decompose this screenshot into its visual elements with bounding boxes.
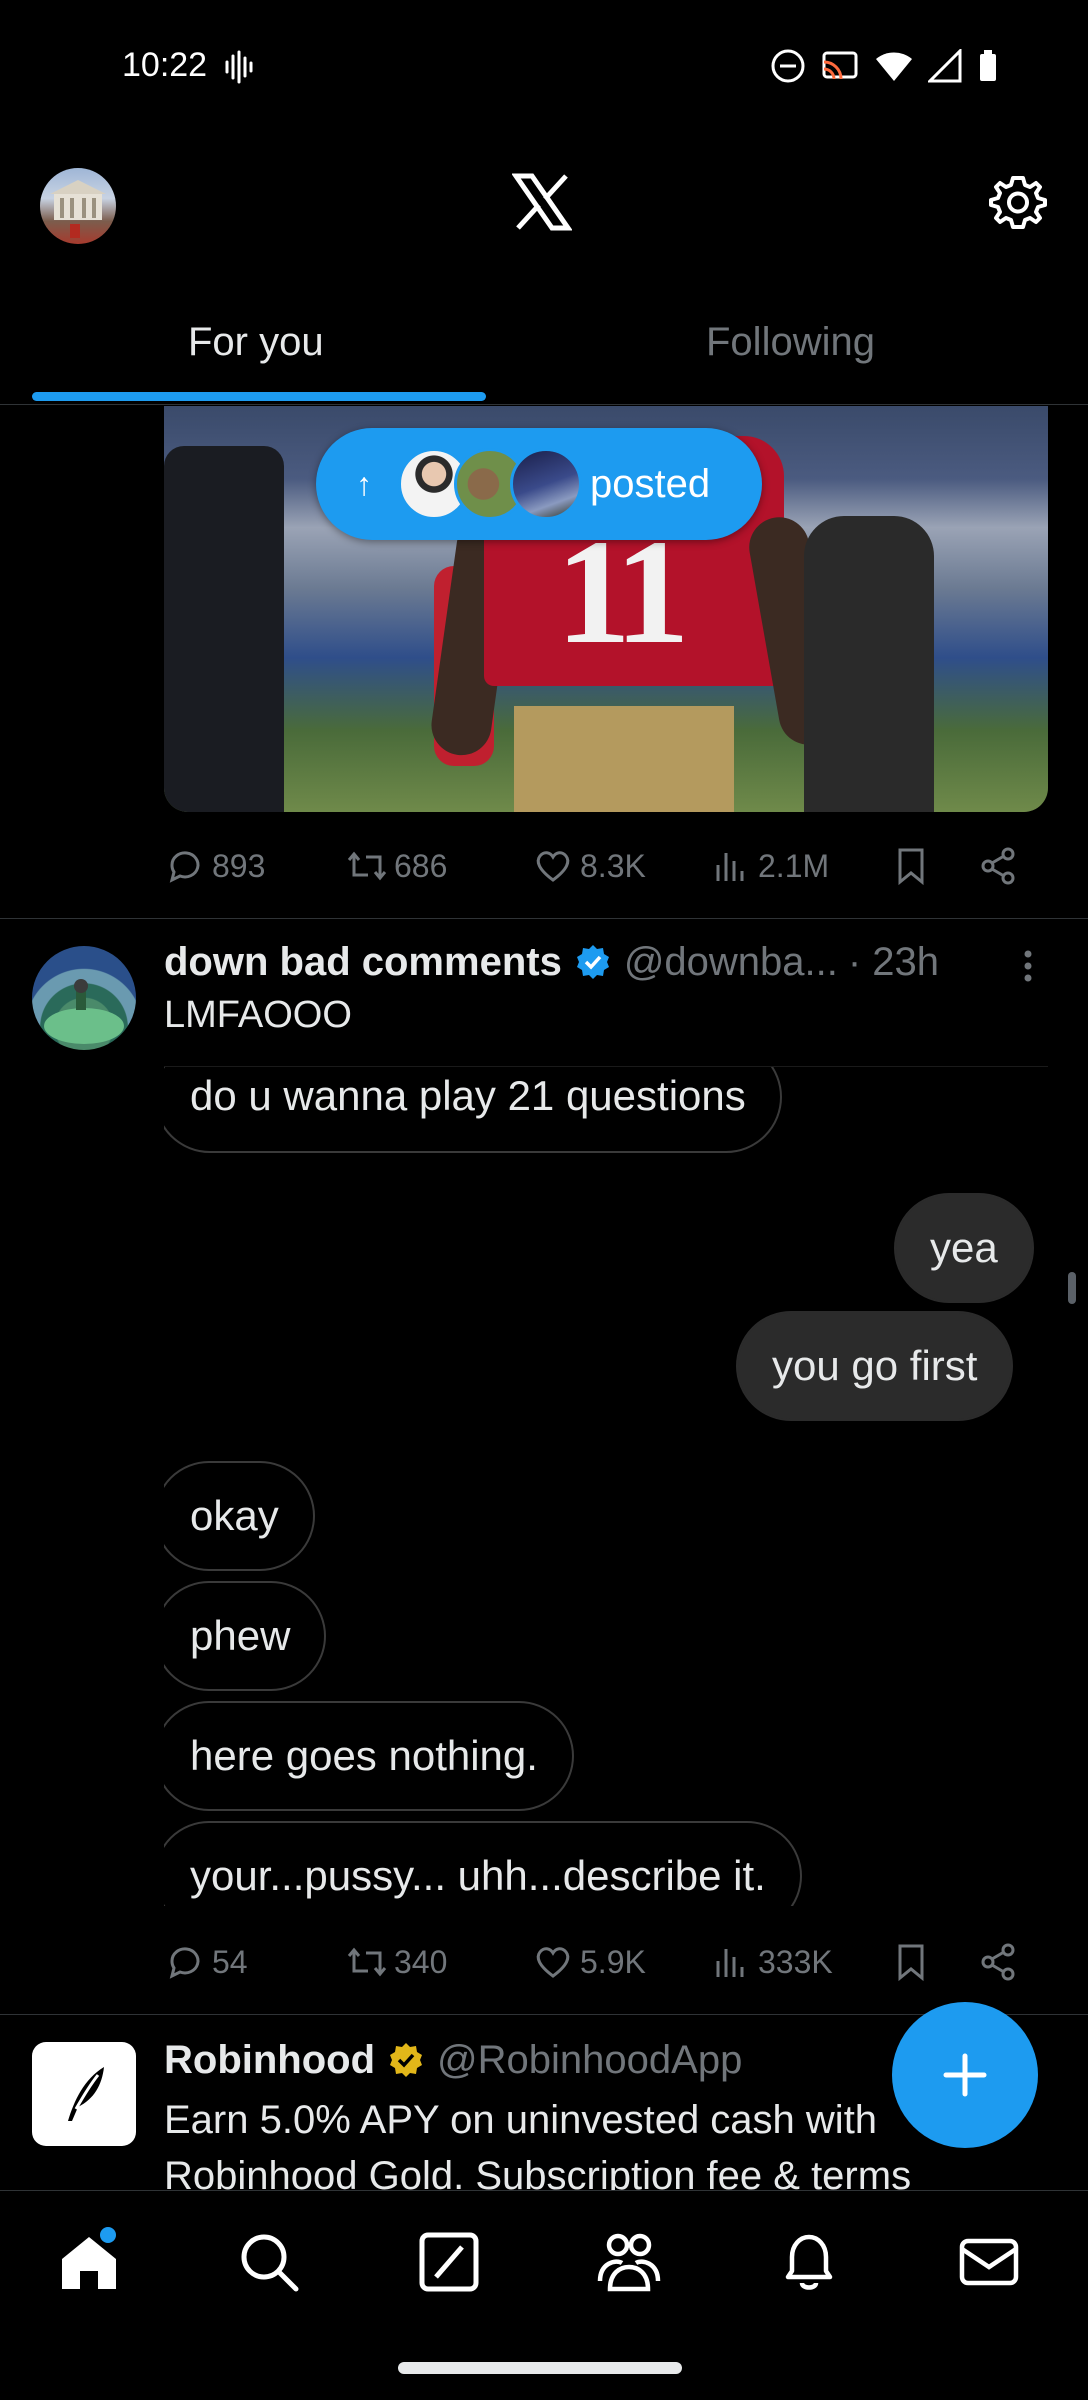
plus-icon bbox=[943, 2053, 987, 2097]
timeline-tabs: For you Following bbox=[0, 300, 1088, 405]
messages-envelope-icon[interactable] bbox=[956, 2229, 1022, 2295]
repost-button[interactable]: 686 bbox=[346, 845, 447, 887]
status-time: 10:22 bbox=[122, 46, 208, 84]
divider bbox=[0, 918, 1088, 919]
gold-verified-badge-icon bbox=[390, 2043, 423, 2077]
like-button[interactable]: 8.3K bbox=[532, 845, 646, 887]
dnd-icon bbox=[771, 49, 805, 83]
author-handle[interactable]: @downba... bbox=[624, 940, 838, 985]
cast-icon bbox=[822, 51, 858, 80]
heart-icon bbox=[536, 1947, 570, 1978]
feather-logo-icon bbox=[68, 2067, 104, 2121]
views-icon bbox=[716, 1949, 744, 1977]
post-text: LMFAOOO bbox=[164, 994, 352, 1036]
chat-bubble: yea bbox=[894, 1193, 1034, 1303]
bookmark-button[interactable] bbox=[890, 1941, 932, 1983]
battery-icon bbox=[980, 50, 996, 81]
reply-icon bbox=[169, 1947, 200, 1979]
views-button[interactable]: 2.1M bbox=[710, 845, 829, 887]
views-count: 2.1M bbox=[758, 847, 830, 884]
ad-header: Robinhood @RobinhoodApp bbox=[164, 2036, 742, 2084]
reply-icon bbox=[169, 851, 200, 883]
avatar bbox=[510, 448, 582, 520]
post-header: down bad comments @downba... · 23h bbox=[164, 938, 939, 986]
chat-bubble: phew bbox=[164, 1581, 327, 1691]
signal-icon bbox=[928, 49, 962, 83]
ad-author-name[interactable]: Robinhood bbox=[164, 2038, 375, 2083]
profile-avatar[interactable] bbox=[40, 168, 116, 244]
communities-icon[interactable] bbox=[596, 2229, 662, 2295]
author-avatar[interactable] bbox=[32, 946, 136, 1050]
posted-avatars bbox=[398, 448, 582, 520]
views-icon bbox=[716, 853, 744, 881]
share-button[interactable] bbox=[978, 845, 1020, 887]
ad-text: Earn 5.0% APY on uninvested cash with Ro… bbox=[164, 2092, 1014, 2204]
compose-post-button[interactable] bbox=[892, 2002, 1038, 2148]
repost-count: 686 bbox=[394, 847, 448, 884]
bookmark-icon bbox=[898, 1944, 924, 1982]
post-actions: 893 686 8.3K 2.1M bbox=[164, 836, 1044, 896]
chat-bubble: okay bbox=[164, 1461, 315, 1571]
post-actions: 54 340 5.9K 333K bbox=[164, 1932, 1044, 1992]
ad-text-line: Earn 5.0% APY on uninvested cash with bbox=[164, 2098, 878, 2142]
tab-for-you[interactable]: For you bbox=[188, 320, 324, 365]
tab-following[interactable]: Following bbox=[706, 320, 875, 365]
home-gesture-bar[interactable] bbox=[398, 2362, 682, 2374]
bookmark-button[interactable] bbox=[890, 845, 932, 887]
active-tab-indicator bbox=[32, 392, 486, 401]
chat-bubble: you go first bbox=[736, 1311, 1014, 1421]
reply-count: 893 bbox=[212, 847, 266, 884]
views-count: 333K bbox=[758, 1943, 833, 1980]
sound-wave-icon bbox=[225, 50, 253, 84]
heart-icon bbox=[536, 851, 570, 882]
like-count: 8.3K bbox=[580, 847, 646, 884]
verified-badge-icon bbox=[576, 945, 609, 979]
share-button[interactable] bbox=[978, 1941, 1020, 1983]
repost-icon bbox=[347, 1947, 387, 1977]
bookmark-icon bbox=[898, 848, 924, 886]
share-icon bbox=[981, 847, 1015, 885]
repost-count: 340 bbox=[394, 1943, 448, 1980]
notifications-bell-icon[interactable] bbox=[776, 2229, 842, 2295]
x-logo-icon bbox=[512, 173, 572, 231]
notification-dot bbox=[100, 2227, 116, 2243]
posted-label: posted bbox=[590, 461, 711, 506]
share-icon bbox=[981, 1943, 1015, 1981]
building-image bbox=[50, 180, 106, 238]
status-icons bbox=[770, 48, 998, 84]
ad-author-handle[interactable]: @RobinhoodApp bbox=[437, 2038, 742, 2083]
grok-icon[interactable] bbox=[416, 2229, 482, 2295]
reply-button[interactable]: 893 bbox=[164, 845, 265, 887]
robinhood-avatar[interactable] bbox=[32, 2042, 136, 2146]
views-button[interactable]: 333K bbox=[710, 1941, 833, 1983]
like-button[interactable]: 5.9K bbox=[532, 1941, 646, 1983]
search-icon[interactable] bbox=[236, 2229, 302, 2295]
author-name[interactable]: down bad comments bbox=[164, 940, 562, 985]
reply-button[interactable]: 54 bbox=[164, 1941, 248, 1983]
reply-count: 54 bbox=[212, 1943, 248, 1980]
repost-icon bbox=[347, 851, 387, 881]
status-bar: 10:22 bbox=[0, 0, 1088, 135]
post-media-chat-screenshot[interactable]: do u wanna play 21 questions yea you go … bbox=[164, 1066, 1048, 1906]
settings-gear-icon[interactable] bbox=[988, 172, 1048, 232]
like-count: 5.9K bbox=[580, 1943, 646, 1980]
chat-bubble: your...pussy... uhh...describe it. bbox=[164, 1821, 802, 1906]
new-posts-pill[interactable]: ↑ posted bbox=[316, 428, 762, 540]
more-options-icon[interactable] bbox=[1018, 946, 1038, 986]
post-timestamp: · 23h bbox=[847, 939, 940, 984]
scrollbar[interactable] bbox=[1068, 1272, 1076, 1304]
chat-bubble: do u wanna play 21 questions bbox=[164, 1067, 782, 1153]
arrow-up-icon: ↑ bbox=[356, 465, 372, 502]
chat-bubble: here goes nothing. bbox=[164, 1701, 574, 1811]
wifi-icon bbox=[876, 52, 912, 81]
repost-button[interactable]: 340 bbox=[346, 1941, 447, 1983]
